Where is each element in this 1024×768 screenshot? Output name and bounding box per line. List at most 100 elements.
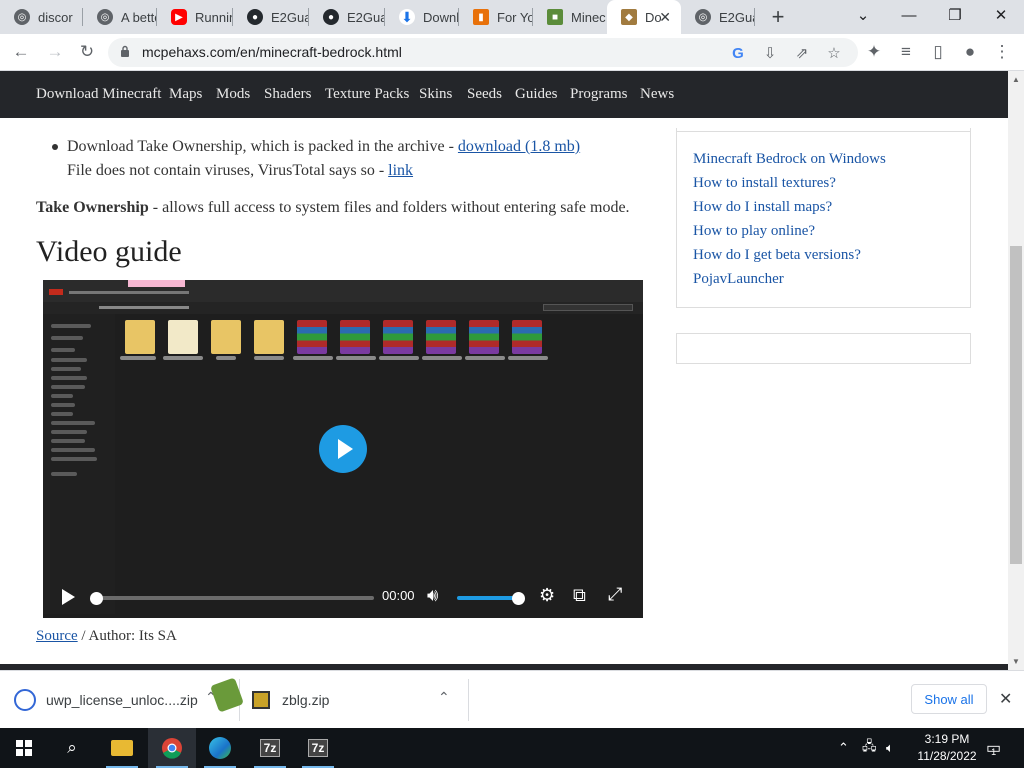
nav-skins[interactable]: Skins xyxy=(419,86,452,103)
download-icon: ⬇ xyxy=(399,9,415,25)
volume-tray-icon[interactable]: 🔈︎ xyxy=(886,728,894,768)
browser-tab[interactable]: ⬇ Downl xyxy=(385,0,459,34)
sidebar-link[interactable]: How do I install maps? xyxy=(693,199,832,216)
volume-slider[interactable] xyxy=(457,596,519,600)
url-text: mcpehaxs.com/en/minecraft-bedrock.html xyxy=(142,44,402,60)
google-translate-icon[interactable]: G xyxy=(728,43,748,63)
archive-file-icon xyxy=(14,689,36,711)
chevron-up-icon[interactable]: ⌃ xyxy=(438,689,450,706)
new-tab-button[interactable]: + xyxy=(766,4,790,30)
nav-news[interactable]: News xyxy=(640,86,674,103)
play-icon[interactable] xyxy=(60,588,76,606)
browser-tab[interactable]: ◎ discor xyxy=(0,0,83,34)
install-app-icon[interactable]: ⇩ xyxy=(760,43,780,63)
menu-kebab-icon[interactable]: ⋮ xyxy=(989,40,1015,64)
file-explorer-icon[interactable] xyxy=(98,728,146,768)
sidebar-link[interactable]: How to play online? xyxy=(693,223,815,240)
profile-avatar-icon[interactable]: ● xyxy=(957,40,983,64)
browser-tab[interactable]: ◎ E2Gua xyxy=(681,0,755,34)
download-link[interactable]: download (1.8 mb) xyxy=(458,138,580,155)
browser-tab-active[interactable]: ◆ Do ✕ xyxy=(607,0,681,34)
list-item: Download Take Ownership, which is packed… xyxy=(67,138,581,179)
zip-file-icon xyxy=(252,691,270,709)
tab-search-icon[interactable]: ⌄ xyxy=(840,0,886,30)
video-explorer-sidebar xyxy=(43,314,115,614)
nav-programs[interactable]: Programs xyxy=(570,86,628,103)
chart-icon: ▮ xyxy=(473,9,489,25)
chrome-icon[interactable] xyxy=(148,728,196,768)
github-icon: ● xyxy=(247,9,263,25)
sidebar-link[interactable]: How do I get beta versions? xyxy=(693,247,861,264)
tray-overflow-chevron-icon[interactable]: ⌃ xyxy=(838,728,849,768)
nav-download-minecraft[interactable]: Download Minecraft xyxy=(36,86,161,103)
nav-guides[interactable]: Guides xyxy=(515,86,558,103)
scrollbar-thumb[interactable] xyxy=(1010,246,1022,564)
share-icon[interactable]: ⇗ xyxy=(792,43,812,63)
browser-tab[interactable]: ● E2Gua xyxy=(309,0,385,34)
virustotal-link[interactable]: link xyxy=(388,162,413,179)
nav-seeds[interactable]: Seeds xyxy=(467,86,502,103)
browser-tab[interactable]: ▮ For Yo xyxy=(459,0,533,34)
section-heading: Video guide xyxy=(36,235,182,268)
volume-icon[interactable]: 🔊︎ xyxy=(427,585,438,606)
address-bar[interactable]: mcpehaxs.com/en/minecraft-bedrock.html G… xyxy=(108,38,858,67)
video-source-line: Source / Author: Its SA xyxy=(36,628,177,644)
site-nav: Download Minecraft Maps Mods Shaders Tex… xyxy=(0,71,1008,118)
sidebar-link[interactable]: PojavLauncher xyxy=(693,271,784,288)
page-scrollbar[interactable]: ▲ ▼ xyxy=(1008,71,1024,670)
reload-button[interactable]: ↻ xyxy=(74,40,100,64)
video-explorer-ribbon xyxy=(43,280,643,302)
close-download-shelf-icon[interactable]: ✕ xyxy=(999,689,1012,709)
nav-texture-packs[interactable]: Texture Packs xyxy=(325,86,409,103)
list-bullet xyxy=(52,144,58,150)
back-button[interactable]: ← xyxy=(8,40,34,64)
7zip-icon[interactable]: 7z xyxy=(246,728,294,768)
extensions-icon[interactable]: ✦ xyxy=(861,40,887,64)
bookmark-star-icon[interactable]: ☆ xyxy=(824,43,844,63)
download-shelf: uwp_license_unloc....zip ⌃ zblg.zip ⌃ Sh… xyxy=(0,670,1024,728)
sidebar-link[interactable]: How to install textures? xyxy=(693,175,836,192)
windows-start-icon[interactable] xyxy=(0,728,48,768)
seek-handle[interactable] xyxy=(90,592,103,605)
restore-button[interactable]: ❐ xyxy=(932,0,978,30)
show-all-downloads-button[interactable]: Show all xyxy=(911,684,987,714)
minimize-button[interactable]: — xyxy=(886,0,932,30)
notification-icon[interactable]: ▭ 1 xyxy=(986,728,1001,768)
source-link[interactable]: Source xyxy=(36,628,78,644)
video-seek-bar[interactable] xyxy=(96,596,374,600)
settings-gear-icon[interactable]: ⚙ xyxy=(539,585,555,606)
sidebar-links-box: Minecraft Bedrock on Windows How to inst… xyxy=(676,128,971,308)
scroll-up-arrow[interactable]: ▲ xyxy=(1012,75,1020,84)
video-play-overlay-button[interactable] xyxy=(319,425,367,473)
browser-tab[interactable]: ◎ A bette xyxy=(83,0,157,34)
browser-tab[interactable]: ● E2Gua xyxy=(233,0,309,34)
windows-taskbar: ⌕ 7z 7z ⌃ 🖧︎ 🔈︎ 3:19 PM 11/28/2022 ▭ 1 xyxy=(0,728,1024,768)
download-item[interactable]: zblg.zip xyxy=(252,683,329,717)
globe-icon: ◎ xyxy=(97,9,113,25)
fullscreen-icon[interactable]: ⤢ xyxy=(608,584,622,605)
system-clock[interactable]: 3:19 PM 11/28/2022 xyxy=(912,731,982,765)
nav-shaders[interactable]: Shaders xyxy=(264,86,312,103)
nav-maps[interactable]: Maps xyxy=(169,86,202,103)
edge-icon[interactable] xyxy=(196,728,244,768)
lock-icon xyxy=(121,45,129,57)
browser-tab[interactable]: ■ Minec xyxy=(533,0,607,34)
scroll-down-arrow[interactable]: ▼ xyxy=(1012,657,1020,666)
side-panel-icon[interactable]: ▯ xyxy=(925,40,951,64)
close-tab-icon[interactable]: ✕ xyxy=(659,9,671,26)
search-icon[interactable]: ⌕ xyxy=(48,728,96,768)
forward-button[interactable]: → xyxy=(42,40,68,64)
7zip-icon[interactable]: 7z xyxy=(294,728,342,768)
sidebar-link[interactable]: Minecraft Bedrock on Windows xyxy=(693,151,886,168)
network-icon[interactable]: 🖧︎ xyxy=(862,728,877,768)
video-player[interactable]: 00:00 🔊︎ ⚙ ⧉ ⤢ xyxy=(43,280,643,618)
youtube-icon: ▶ xyxy=(171,9,187,25)
page-viewport: Download Minecraft Maps Mods Shaders Tex… xyxy=(0,71,1008,670)
download-item[interactable]: uwp_license_unloc....zip xyxy=(14,683,198,717)
pip-icon[interactable]: ⧉ xyxy=(573,585,586,606)
volume-handle[interactable] xyxy=(512,592,525,605)
close-window-button[interactable]: ✕ xyxy=(978,0,1024,30)
nav-mods[interactable]: Mods xyxy=(216,86,250,103)
browser-tab[interactable]: ▶ Runnin xyxy=(157,0,233,34)
media-control-icon[interactable]: ≡ xyxy=(893,40,919,64)
